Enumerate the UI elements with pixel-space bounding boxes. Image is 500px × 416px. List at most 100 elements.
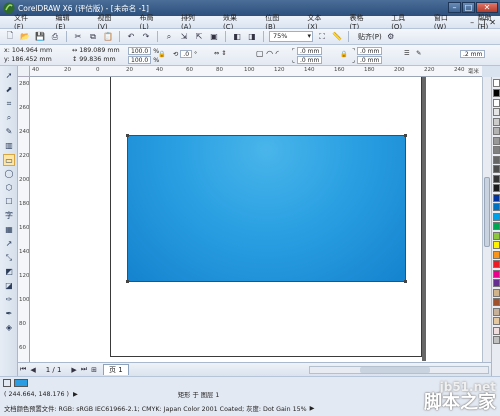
redo-icon[interactable]: ↷ — [140, 31, 152, 43]
vertical-scroll-thumb[interactable] — [484, 177, 490, 247]
corner-radius-1[interactable]: ⌜ .0 mm — [292, 47, 323, 55]
prev-page-icon[interactable]: ◀ — [30, 366, 35, 374]
options-icon[interactable]: ⚙ — [385, 31, 397, 43]
crop-tool-icon[interactable]: ⌗ — [3, 98, 15, 110]
selection-node[interactable] — [126, 134, 129, 137]
mirror-icons[interactable]: ⇔ ⇕ — [214, 50, 227, 57]
corner-radius-3[interactable]: ⌝ .0 mm — [352, 47, 383, 55]
ellipse-tool-icon[interactable]: ◯ — [3, 168, 15, 180]
corner-radius-4[interactable]: ⌟ .0 mm — [352, 56, 383, 64]
freehand-tool-icon[interactable]: ✎ — [3, 126, 15, 138]
publish-pdf-icon[interactable]: ▣ — [208, 31, 220, 43]
minimize-button[interactable]: – — [448, 2, 461, 13]
horizontal-scroll-thumb[interactable] — [360, 367, 430, 373]
height-field[interactable]: ↕ 99.836 mm — [72, 56, 116, 63]
dimension-tool-icon[interactable]: ↗ — [3, 238, 15, 250]
palette-swatch[interactable] — [493, 317, 500, 325]
outline-pen-icon[interactable]: ✒ — [3, 308, 15, 320]
horizontal-scrollbar[interactable] — [309, 366, 489, 374]
doc-minimize-button[interactable]: – — [470, 18, 474, 27]
corner-shape-icons[interactable]: ▢ ◠ ◜ — [256, 49, 279, 58]
print-icon[interactable]: ⎙ — [49, 31, 61, 43]
palette-swatch[interactable] — [493, 269, 500, 278]
vertical-ruler[interactable]: 280 260 240 220 200 180 160 140 120 100 … — [18, 77, 30, 362]
palette-swatch[interactable] — [493, 136, 500, 145]
palette-swatch[interactable] — [493, 298, 500, 306]
rectangle-tool-icon[interactable]: ▭ — [3, 154, 15, 166]
save-icon[interactable]: 💾 — [34, 31, 46, 43]
zoom-level-dropdown[interactable]: 75% — [269, 31, 313, 42]
transparency-tool-icon[interactable]: ◪ — [3, 280, 15, 292]
undo-icon[interactable]: ↶ — [125, 31, 137, 43]
zoom-tool-icon[interactable]: ⌕ — [3, 112, 15, 124]
palette-swatch[interactable] — [493, 336, 500, 344]
y-position-field[interactable]: y: 186.452 mm — [4, 56, 52, 63]
first-page-icon[interactable]: ⏮ — [20, 365, 26, 374]
palette-swatch[interactable] — [493, 212, 500, 221]
rulers-icon[interactable]: 📏 — [331, 31, 343, 43]
no-color-swatch[interactable] — [493, 79, 500, 87]
drawing-canvas[interactable] — [30, 77, 482, 362]
palette-swatch[interactable] — [493, 174, 500, 183]
width-field[interactable]: ↔ 189.089 mm — [72, 47, 120, 54]
fill-tool-icon[interactable]: ◈ — [3, 322, 15, 334]
open-folder-icon[interactable]: 📂 — [19, 31, 31, 43]
x-position-field[interactable]: x: 104.964 mm — [4, 47, 52, 54]
smart-fill-tool-icon[interactable]: ▥ — [3, 140, 15, 152]
color-profile-arrow-icon[interactable]: ▶ — [310, 405, 315, 412]
pick-tool-icon[interactable]: ➚ — [3, 70, 15, 82]
full-screen-icon[interactable]: ⛶ — [316, 31, 328, 43]
cut-icon[interactable]: ✂ — [72, 31, 84, 43]
snap-to-dropdown[interactable]: 贴齐(P) — [358, 32, 382, 42]
palette-swatch[interactable] — [493, 203, 500, 211]
eyedropper-tool-icon[interactable]: ✑ — [3, 294, 15, 306]
ruler-origin[interactable] — [18, 66, 30, 77]
palette-swatch[interactable] — [493, 127, 500, 135]
doc-close-button[interactable]: ✕ — [489, 18, 496, 27]
interactive-fill-icon[interactable]: ◩ — [3, 266, 15, 278]
import-icon[interactable]: ⇲ — [178, 31, 190, 43]
fill-color-indicator[interactable] — [14, 378, 28, 387]
add-page-icon[interactable]: ⊞ — [91, 366, 97, 374]
palette-swatch[interactable] — [493, 241, 500, 249]
palette-swatch[interactable] — [493, 184, 500, 192]
copy-icon[interactable]: ⧉ — [87, 31, 99, 43]
status-arrow-icon[interactable]: ▶ — [73, 391, 78, 398]
palette-swatch[interactable] — [493, 155, 500, 164]
search-content-icon[interactable]: ⌕ — [163, 31, 175, 43]
selection-node[interactable] — [126, 280, 129, 283]
selection-node[interactable] — [404, 280, 407, 283]
page-tab[interactable]: 页 1 — [103, 364, 129, 375]
app-launcher-icon[interactable]: ◧ — [231, 31, 243, 43]
lock-ratio-icon[interactable]: 🔒 — [158, 50, 166, 58]
export-icon[interactable]: ⇱ — [193, 31, 205, 43]
scale-x-field[interactable]: 100.0 % — [128, 47, 159, 55]
palette-swatch[interactable] — [493, 98, 500, 107]
shape-tool-icon[interactable]: ⬈ — [3, 84, 15, 96]
next-page-icon[interactable]: ▶ — [71, 366, 76, 374]
outline-icon[interactable]: ✎ — [416, 50, 421, 57]
palette-swatch[interactable] — [493, 250, 500, 259]
palette-swatch[interactable] — [493, 222, 500, 230]
palette-swatch[interactable] — [493, 231, 500, 240]
connector-tool-icon[interactable]: ⤡ — [3, 252, 15, 264]
last-page-icon[interactable]: ⏭ — [81, 365, 87, 374]
palette-swatch[interactable] — [493, 288, 500, 297]
palette-swatch[interactable] — [493, 108, 500, 116]
maximize-button[interactable]: □ — [462, 2, 475, 13]
horizontal-ruler[interactable]: 40 20 0 20 40 60 80 100 120 140 160 180 … — [30, 66, 482, 77]
new-document-icon[interactable]: 🗋 — [4, 31, 16, 43]
palette-swatch[interactable] — [493, 117, 500, 126]
palette-swatch[interactable] — [493, 165, 500, 173]
table-tool-icon[interactable]: ▦ — [3, 224, 15, 236]
palette-swatch[interactable] — [493, 307, 500, 316]
basic-shapes-tool-icon[interactable]: ☐ — [3, 196, 15, 208]
doc-restore-button[interactable]: ❐ — [478, 18, 485, 27]
scale-y-field[interactable]: 100.0 % — [128, 56, 159, 64]
blue-rectangle-object[interactable] — [127, 135, 406, 282]
vertical-scrollbar[interactable] — [482, 77, 491, 362]
text-tool-icon[interactable]: 字 — [3, 210, 15, 222]
eyedropper-icon[interactable] — [3, 378, 11, 387]
lock-corners-icon[interactable]: 🔒 — [340, 50, 348, 58]
corner-radius-2[interactable]: ⌞ .0 mm — [292, 56, 323, 64]
